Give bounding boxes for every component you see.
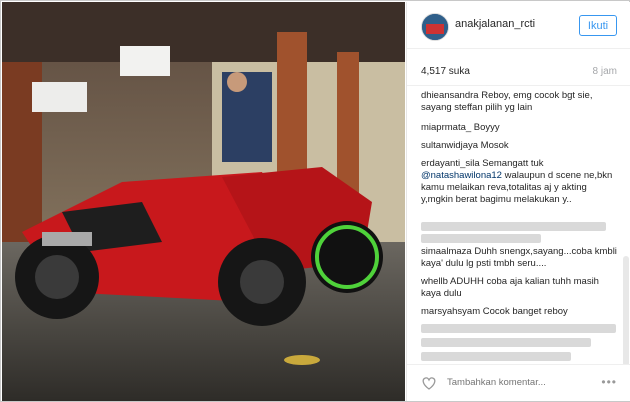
comment: simaalmaza Duhh snengx,sayang...coba kmb…: [421, 246, 621, 270]
blurred-comment: [421, 338, 591, 347]
post-sidebar: anakjalanan_rcti Ikuti 4,517 suka 8 jam …: [406, 2, 630, 401]
comment: miaprmata_ Boyyy: [421, 122, 621, 134]
username[interactable]: anakjalanan_rcti: [455, 18, 535, 30]
avatar[interactable]: [421, 13, 449, 41]
follow-button[interactable]: Ikuti: [579, 15, 617, 36]
comment-text: Semangatt tuk: [479, 158, 544, 169]
comment-text: Cocok banget reboy: [480, 306, 568, 317]
comment-text: ADUHH coba aja kalian tuhh masih kaya du…: [421, 276, 599, 299]
more-options-icon[interactable]: •••: [601, 375, 617, 389]
comment-username[interactable]: sultanwidjaya: [421, 140, 478, 151]
comment: erdayanti_sila Semangatt tuk @natashawil…: [421, 158, 621, 206]
comment: sultanwidjaya Mosok: [421, 140, 621, 152]
comment-username[interactable]: erdayanti_sila: [421, 158, 480, 169]
blurred-comment: [421, 234, 541, 243]
comment: whellb ADUHH coba aja kalian tuhh masih …: [421, 276, 621, 300]
instagram-post: anakjalanan_rcti Ikuti 4,517 suka 8 jam …: [0, 0, 630, 402]
comment-username[interactable]: simaalmaza: [421, 246, 472, 257]
add-comment-input[interactable]: [447, 377, 577, 388]
comment-footer: •••: [407, 364, 630, 402]
comment-username[interactable]: marsyahsyam: [421, 306, 480, 317]
avatar-image: [422, 14, 448, 40]
comment: marsyahsyam Cocok banget reboy: [421, 306, 621, 318]
comment-list: dhieansandra Reboy, emg cocok bgt sie, s…: [407, 86, 630, 364]
blurred-comment: [421, 324, 616, 333]
comment-username[interactable]: dhieansandra: [421, 90, 479, 101]
heart-icon[interactable]: [421, 375, 437, 391]
blurred-comment: [421, 222, 606, 231]
comment: dhieansandra Reboy, emg cocok bgt sie, s…: [421, 90, 621, 114]
post-photo[interactable]: [2, 2, 405, 401]
comment-text: Mosok: [478, 140, 509, 151]
motorcycle-photo: [2, 2, 405, 401]
comment-username[interactable]: whellb: [421, 276, 448, 287]
post-time: 8 jam: [592, 66, 617, 77]
scrollbar[interactable]: [623, 256, 629, 364]
likes-count[interactable]: 4,517 suka: [421, 66, 470, 77]
comment-mention[interactable]: @natashawilona12: [421, 170, 502, 181]
comment-text: Boyyy: [471, 122, 500, 133]
comment-username[interactable]: miaprmata_: [421, 122, 471, 133]
blurred-comment: [421, 352, 571, 361]
post-header: anakjalanan_rcti Ikuti: [407, 2, 630, 49]
post-meta: 4,517 suka 8 jam: [407, 49, 630, 86]
